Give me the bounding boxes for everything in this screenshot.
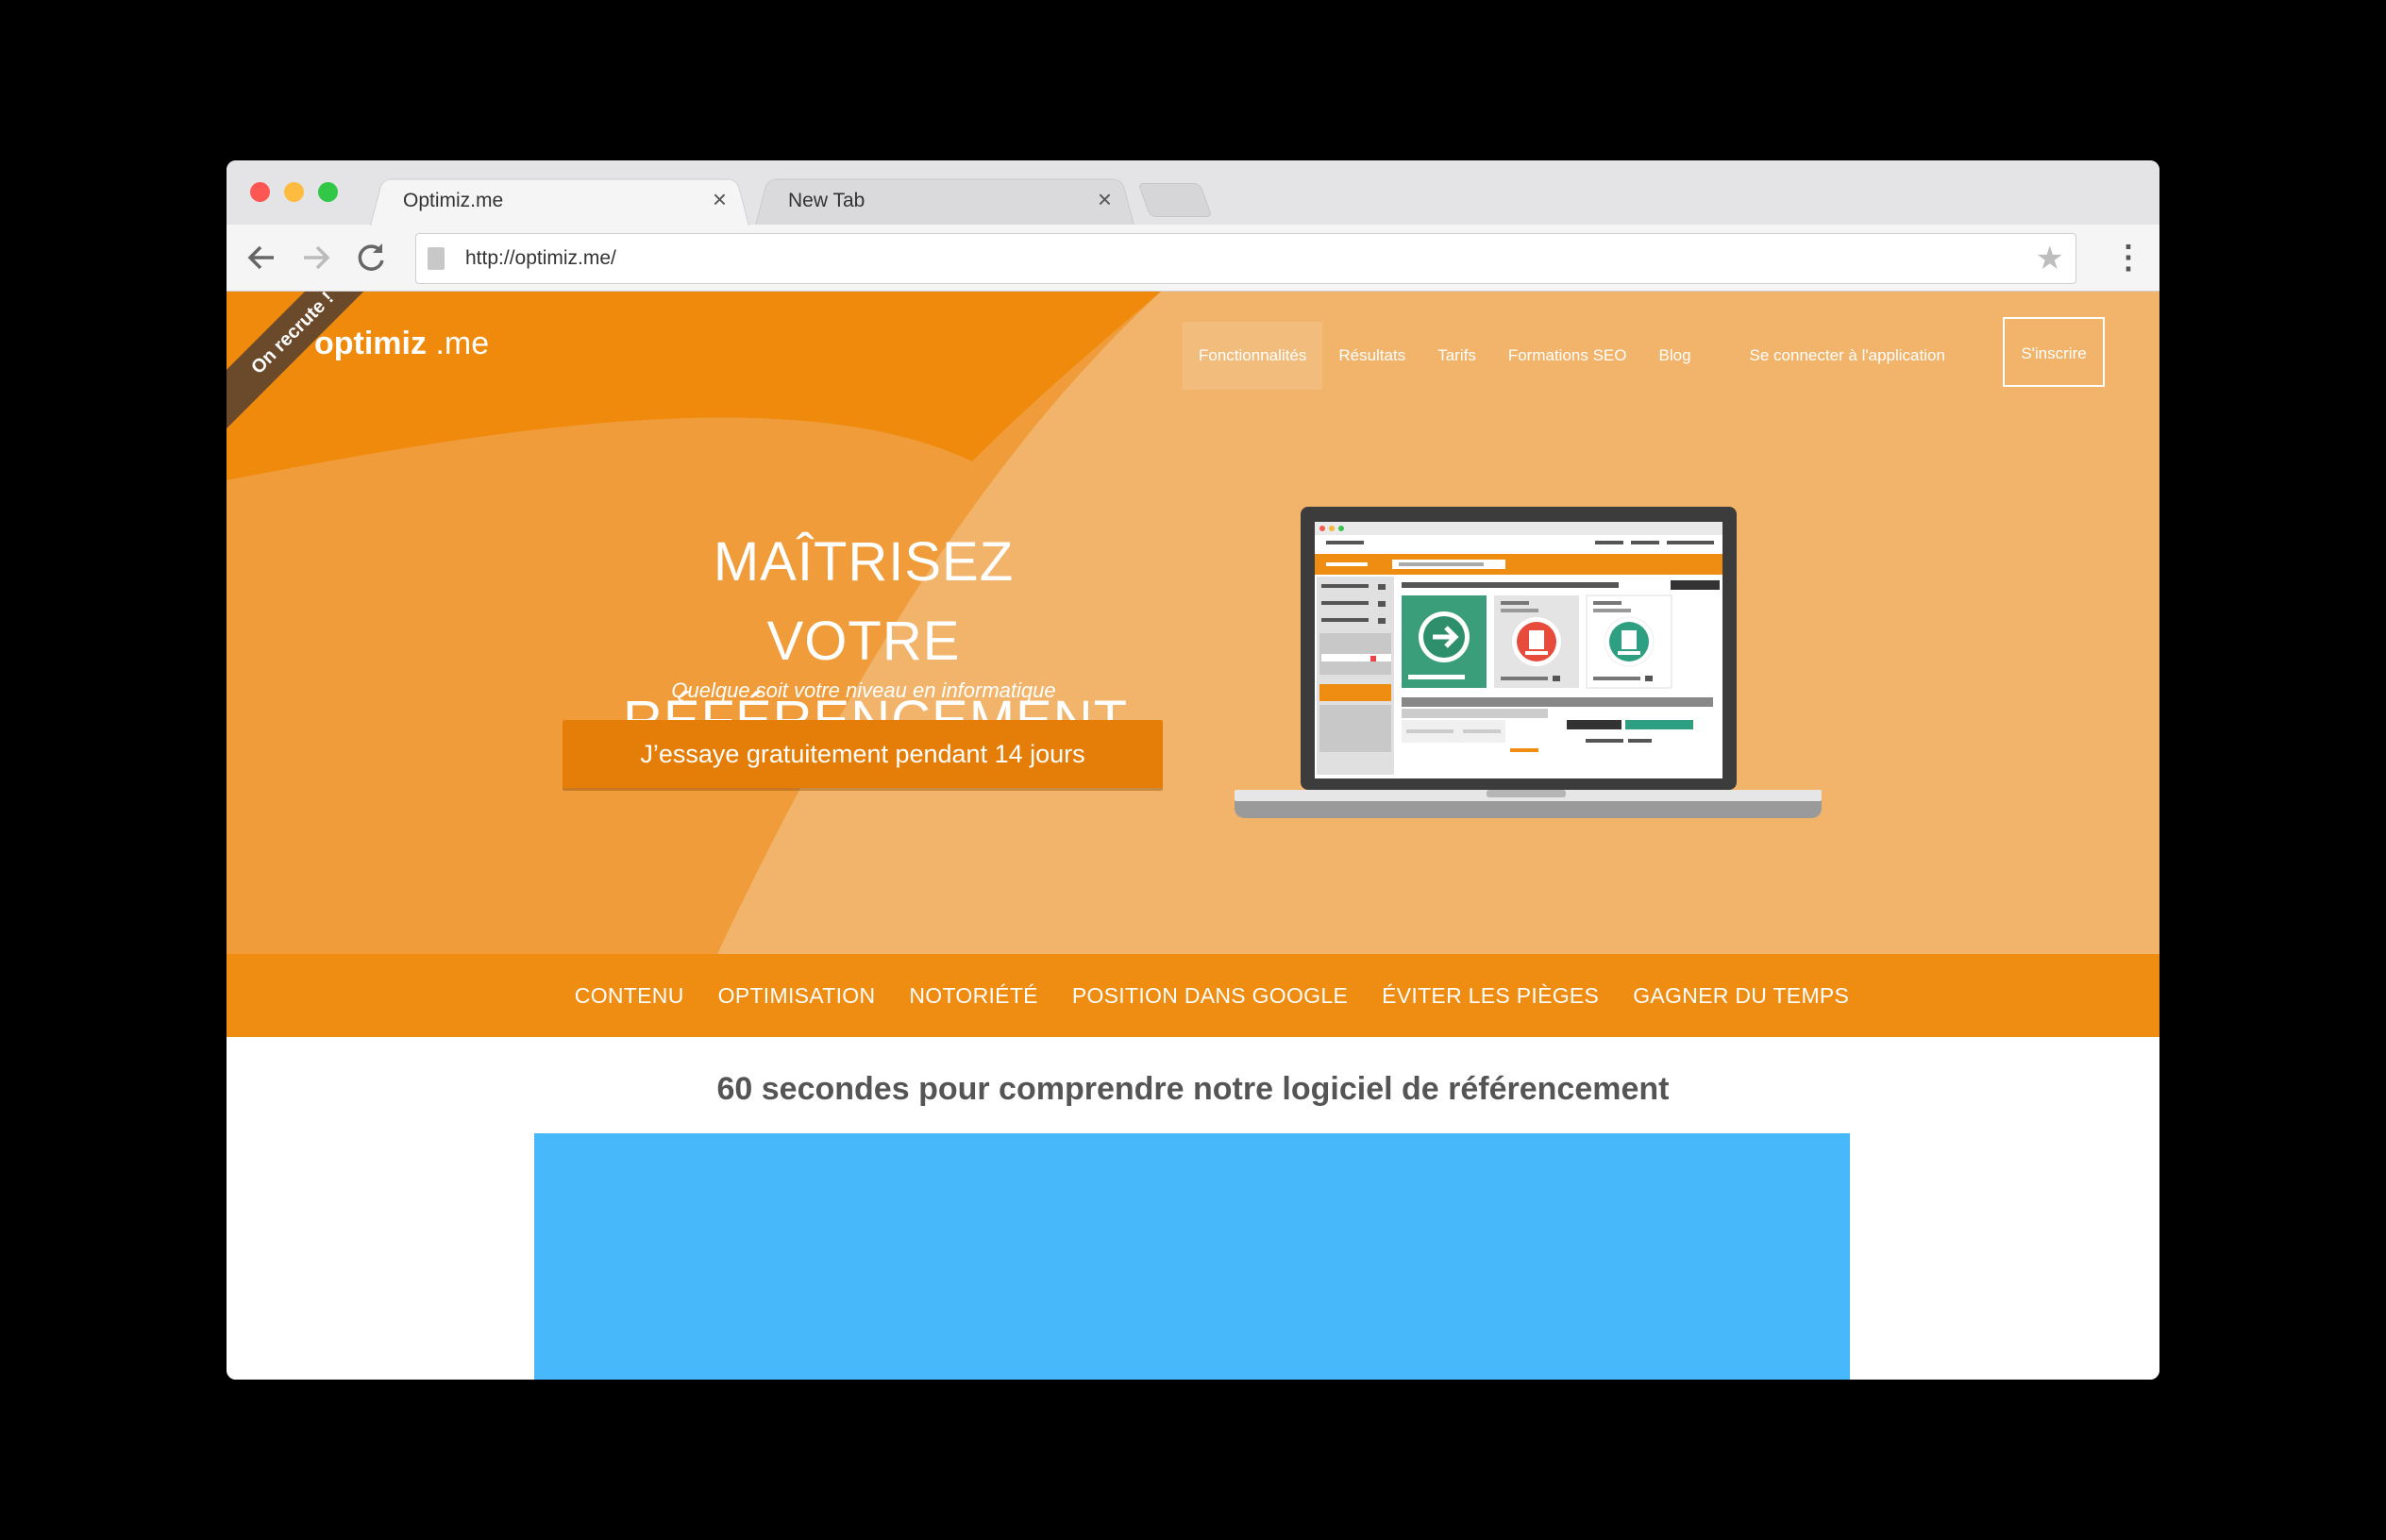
- web-page: On recrute ! optimiz .me Fonctionnalités…: [227, 292, 2159, 1380]
- nav-login[interactable]: Se connecter à l'application: [1707, 322, 1961, 390]
- logo-dot: .: [435, 326, 445, 361]
- tab-title: New Tab: [788, 190, 865, 211]
- hero-background: [227, 292, 1161, 954]
- hero-title-line-1: MAÎTRISEZ VOTRE: [713, 531, 1015, 672]
- features-bar: CONTENU OPTIMISATION NOTORIÉTÉ POSITION …: [227, 954, 2159, 1037]
- section-title: 60 secondes pour comprendre notre logici…: [716, 1071, 1670, 1107]
- page-icon: [428, 247, 445, 270]
- close-icon[interactable]: ×: [713, 185, 727, 214]
- tab-new-tab[interactable]: New Tab ×: [755, 176, 1134, 226]
- url-text[interactable]: http://optimiz.me/: [465, 247, 616, 270]
- signup-button[interactable]: S'inscrire: [2003, 317, 2105, 387]
- tab-bar: Optimiz.me × New Tab ×: [227, 160, 2159, 226]
- nav-formations-seo[interactable]: Formations SEO: [1492, 322, 1643, 390]
- site-logo[interactable]: optimiz .me: [314, 326, 489, 362]
- hero-subtitle: Quelque soit votre niveau en informatiqu…: [671, 678, 1056, 702]
- feature-link-gagner-temps[interactable]: GAGNER DU TEMPS: [1633, 983, 1849, 1009]
- close-window-button[interactable]: [250, 182, 270, 202]
- browser-toolbar: http://optimiz.me/ ★ ⋮: [227, 225, 2159, 292]
- forward-arrow-icon[interactable]: [300, 236, 332, 290]
- maximize-window-button[interactable]: [318, 182, 338, 202]
- feature-link-optimisation[interactable]: OPTIMISATION: [718, 983, 876, 1009]
- nav-resultats[interactable]: Résultats: [1322, 322, 1421, 390]
- video-player[interactable]: [534, 1133, 1850, 1380]
- logo-suffix: me: [444, 326, 490, 361]
- reload-icon[interactable]: [354, 236, 388, 290]
- hero-section: On recrute ! optimiz .me Fonctionnalités…: [227, 292, 2159, 954]
- nav-blog[interactable]: Blog: [1643, 322, 1707, 390]
- nav-fonctionnalites[interactable]: Fonctionnalités: [1183, 322, 1323, 390]
- nav-tarifs[interactable]: Tarifs: [1421, 322, 1492, 390]
- browser-window: Optimiz.me × New Tab × http://optimiz.me…: [227, 160, 2159, 1380]
- back-arrow-icon[interactable]: [245, 236, 277, 290]
- feature-link-notoriete[interactable]: NOTORIÉTÉ: [909, 983, 1037, 1009]
- tab-optimiz[interactable]: Optimiz.me ×: [370, 176, 749, 226]
- tab-title: Optimiz.me: [403, 190, 504, 211]
- minimize-window-button[interactable]: [284, 182, 304, 202]
- logo-word: optimiz: [314, 326, 427, 361]
- laptop-illustration: [1235, 507, 1822, 818]
- address-bar[interactable]: http://optimiz.me/ ★: [415, 233, 2076, 284]
- feature-link-contenu[interactable]: CONTENU: [575, 983, 684, 1009]
- feature-link-eviter-pieges[interactable]: ÉVITER LES PIÈGES: [1382, 983, 1599, 1009]
- close-icon[interactable]: ×: [1098, 185, 1112, 214]
- bookmark-star-icon[interactable]: ★: [2036, 240, 2064, 277]
- free-trial-button[interactable]: J’essaye gratuitement pendant 14 jours: [563, 720, 1163, 788]
- feature-link-position-google[interactable]: POSITION DANS GOOGLE: [1072, 983, 1348, 1009]
- more-vert-icon[interactable]: ⋮: [2112, 238, 2144, 277]
- new-tab-button[interactable]: [1137, 183, 1213, 217]
- main-nav: Fonctionnalités Résultats Tarifs Formati…: [1183, 322, 1961, 390]
